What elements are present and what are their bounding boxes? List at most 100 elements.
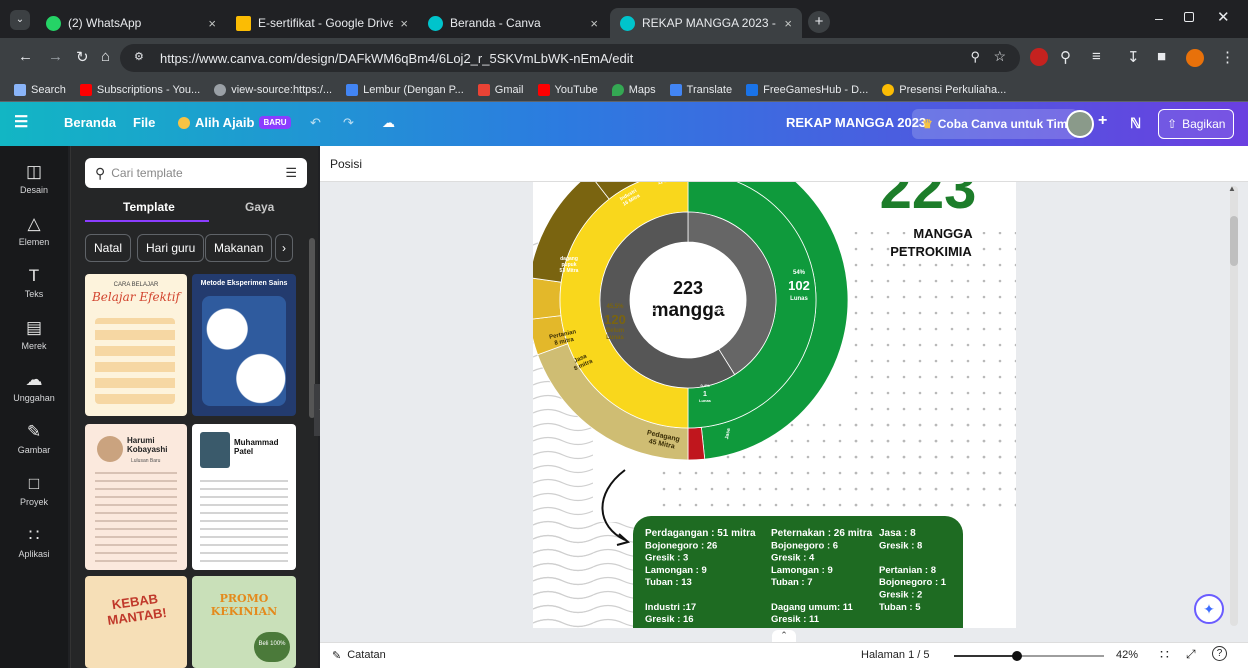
bookmark-item[interactable]: YouTube [537,83,598,96]
redo-icon[interactable]: ↷ [343,115,354,131]
maps-icon [611,83,624,96]
rail-text[interactable]: T Teks [0,266,68,299]
whatsapp-icon [46,15,61,31]
tab-close-icon[interactable]: × [400,16,408,31]
rail-projects[interactable]: □ Proyek [0,474,68,507]
tab-rekap-mangga[interactable]: REKAP MANGGA 2023 - 42 × ! × [610,8,802,38]
forward-icon[interactable]: → [48,48,63,65]
sidebar-icon[interactable]: ■ [1157,48,1166,65]
filter-icon[interactable]: ☰ [285,165,297,181]
chip-hari-guru[interactable]: Hari guru [137,234,205,262]
chip-next-arrow[interactable]: › [275,234,293,262]
help-icon[interactable]: ? [1212,646,1227,661]
rail-draw[interactable]: ✎ Gambar [0,422,68,455]
bookmark-item[interactable]: Gmail [477,83,524,96]
tab-style[interactable]: Gaya [245,200,274,214]
chip-makanan[interactable]: Makanan [205,234,273,262]
scroll-up-icon[interactable]: ▲ [1228,184,1236,193]
grid-view-icon[interactable]: ∷ [1160,646,1169,663]
bookmark-item[interactable]: Translate [669,83,732,96]
try-team-button[interactable]: ♛ Coba Canva untuk Tim [912,109,1078,139]
tab-close-icon[interactable]: × [208,16,216,31]
legend-col1-item: Perdagangan : 51 mitra [645,528,756,539]
expand-pages-icon[interactable]: ⌃ [772,630,796,642]
bookmark-item[interactable]: FreeGamesHub - D... [746,83,868,96]
rail-design[interactable]: ◫ Desain [0,162,68,195]
avatar[interactable] [1186,49,1204,67]
template-card[interactable]: Muhammad Patel [192,424,296,570]
tab-template[interactable]: Template [123,200,175,214]
rail-apps[interactable]: ∷ Aplikasi [0,526,68,559]
site-settings-icon[interactable]: ⚙ [134,50,144,63]
tab-google-drive[interactable]: E-sertifikat - Google Drive × [226,8,418,38]
angsuran-pct: 41% [722,282,733,288]
cloud-sync-icon[interactable]: ☁ [382,115,395,131]
tab-search-icon[interactable]: ⌄ [10,10,30,30]
page-indicator[interactable]: Halaman 1 / 5 [861,649,929,661]
reading-list-icon[interactable]: ≡ [1092,48,1101,65]
close-window-icon[interactable]: ✕ [1217,8,1230,26]
rail-brand[interactable]: ▤ Merek [0,318,68,351]
template-card[interactable]: Metode Eksperimen Sains [192,274,296,416]
design-title[interactable]: REKAP MANGGA 2023 [786,115,926,130]
magic-switch-button[interactable]: Alih Ajaib BARU [178,115,291,130]
zoom-level[interactable]: 42% [1116,649,1138,661]
zoom-lens-icon[interactable]: ⚲ [970,49,980,65]
zoom-slider[interactable] [954,651,1104,661]
minimize-icon[interactable]: – [1155,10,1163,26]
tab-title: Beranda - Canva [450,16,541,30]
file-menu[interactable]: File [133,115,155,130]
template-subtitle: Lulusan Baru [131,458,161,464]
magic-assistant-button[interactable]: ✦ [1194,594,1224,624]
rail-uploads[interactable]: ☁ Unggahan [0,370,68,403]
url-bar[interactable]: ⚙ https://www.canva.com/design/DAFkWM6qB… [120,44,1020,72]
menu-kebab-icon[interactable]: ⋮ [1220,48,1235,66]
rail-elements[interactable]: △ Elemen [0,214,68,247]
extensions-icon[interactable]: ⚲ [1060,48,1071,66]
share-button[interactable]: ⇧ Bagikan [1158,109,1235,139]
belum-lunas-label: Belum [606,328,624,334]
zoom-slider-handle[interactable] [1011,651,1022,661]
template-card[interactable]: Harumi Kobayashi Lulusan Baru [85,424,187,570]
lunas-pct: 54% [793,270,806,276]
illustration [95,318,175,404]
template-search[interactable]: ⚲ Cari template ☰ [85,158,307,188]
bookmark-item[interactable]: Lembur (Dengan P... [346,83,464,96]
back-icon[interactable]: ← [18,48,33,65]
tab-whatsapp[interactable]: (2) WhatsApp × [36,8,226,38]
bookmark-star-icon[interactable]: ☆ [993,48,1006,65]
restore-icon[interactable] [1184,12,1194,22]
analytics-icon[interactable]: ℕ [1130,115,1141,132]
reload-icon[interactable]: ↻ [76,48,89,66]
bookmark-item[interactable]: Presensi Perkuliaha... [882,83,1006,96]
position-button[interactable]: Posisi [330,157,362,171]
tab-close-icon[interactable]: × [590,16,598,31]
avatar[interactable] [1066,110,1094,138]
chip-natal[interactable]: Natal [85,234,132,262]
yarnen-label: YARNEN [639,308,660,314]
tab-canva-home[interactable]: Beranda - Canva × [418,8,608,38]
new-tab-button[interactable]: + [808,11,830,33]
vertical-scrollbar[interactable] [1230,186,1238,626]
add-collaborator-icon[interactable]: + [1098,112,1107,130]
design-page[interactable]: 223 mangga 59% 133 YARNEN 41% 90 ANGSURAN 54% 102… [533,182,1016,628]
fullscreen-icon[interactable]: ⤢ [1186,647,1196,662]
home-link[interactable]: Beranda [64,115,116,130]
template-card[interactable]: CARA BELAJAR Belajar Efektif [85,274,187,416]
bookmark-item[interactable]: Maps [611,83,656,96]
bookmark-item[interactable]: Search [14,83,66,96]
hamburger-icon[interactable]: ☰ [14,112,28,132]
profile-extension-icon[interactable] [1030,48,1048,66]
notes-button[interactable]: ✎ Catatan [332,649,386,662]
bookmark-item[interactable]: Subscriptions - You... [79,83,200,96]
bookmark-label: Lembur (Dengan P... [363,83,464,96]
template-card[interactable]: PROMO KEKINIAN Beli 100% [192,576,296,668]
tab-close-icon[interactable]: × [784,16,792,31]
scroll-thumb[interactable] [1230,216,1238,266]
template-card[interactable]: KEBAB MANTAB! [85,576,187,668]
bookmark-item[interactable]: view-source:https:/... [214,83,332,96]
left-rail: ◫ Desain △ Elemen T Teks ▤ Merek ☁ Unggahan ✎… [0,146,68,668]
download-icon[interactable]: ↧ [1127,48,1140,66]
home-icon[interactable]: ⌂ [101,48,110,65]
undo-icon[interactable]: ↶ [310,115,321,131]
